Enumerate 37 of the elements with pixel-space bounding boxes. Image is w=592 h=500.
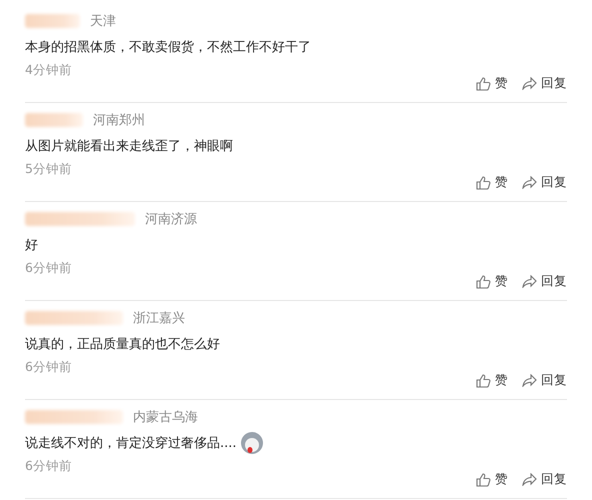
reply-button[interactable]: 回复: [522, 372, 567, 389]
comment-time: 6分钟前: [25, 260, 72, 277]
reply-button[interactable]: 回复: [522, 174, 567, 191]
comment-time: 4分钟前: [25, 62, 72, 79]
comment-location: 内蒙古乌海: [133, 409, 198, 426]
like-button[interactable]: 赞: [476, 174, 508, 191]
comment-text: 好: [25, 237, 38, 254]
blurred-username: [25, 113, 83, 127]
thumbs-up-icon: [476, 76, 491, 90]
share-arrow-icon: [522, 275, 537, 288]
share-arrow-icon: [522, 176, 537, 189]
comment-location: 浙江嘉兴: [133, 310, 185, 327]
like-button[interactable]: 赞: [476, 372, 508, 389]
comment-text: 说走线不对的，肯定没穿过奢侈品....: [25, 435, 237, 452]
comment-time: 6分钟前: [25, 458, 72, 475]
like-button[interactable]: 赞: [476, 273, 508, 290]
comment-text: 从图片就能看出来走线歪了，神眼啊: [25, 138, 233, 155]
share-arrow-icon: [522, 473, 537, 486]
reply-button[interactable]: 回复: [522, 75, 567, 92]
comment-location: 河南济源: [145, 211, 197, 228]
comment-location: 河南郑州: [93, 112, 145, 129]
like-button[interactable]: 赞: [476, 75, 508, 92]
blurred-username: [25, 14, 80, 28]
thumbs-up-icon: [476, 176, 491, 190]
reply-button[interactable]: 回复: [522, 471, 567, 488]
comment-time: 5分钟前: [25, 161, 72, 178]
share-arrow-icon: [522, 77, 537, 90]
share-arrow-icon: [522, 374, 537, 387]
comment-text: 说真的，正品质量真的也不怎么好: [25, 336, 220, 353]
thumbs-up-icon: [476, 472, 491, 486]
thumbs-up-icon: [476, 374, 491, 388]
comment-location: 天津: [90, 13, 116, 30]
thumbs-up-icon: [476, 274, 491, 288]
reply-button[interactable]: 回复: [522, 273, 567, 290]
like-button[interactable]: 赞: [476, 471, 508, 488]
comment-time: 6分钟前: [25, 359, 72, 376]
comment-text: 本身的招黑体质，不敢卖假货，不然工作不好干了: [25, 39, 311, 56]
